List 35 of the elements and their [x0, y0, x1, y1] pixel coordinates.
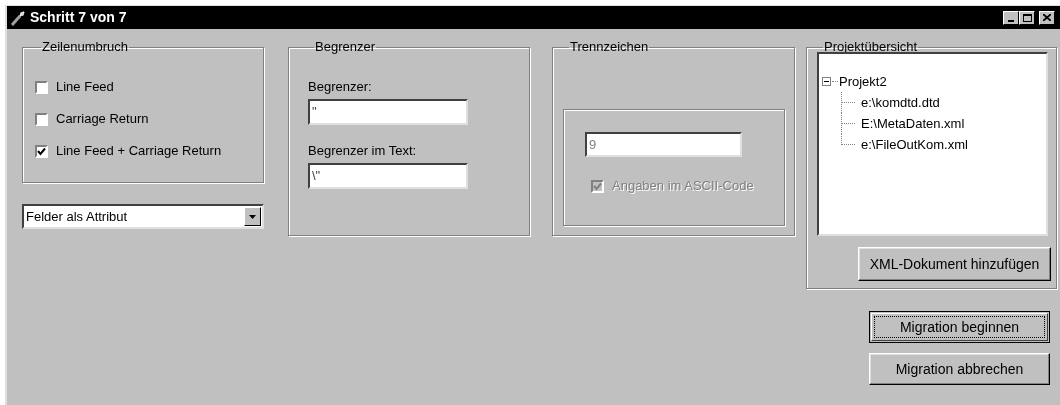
tree-item[interactable]: Projekt2	[839, 71, 887, 92]
maximize-icon	[1022, 13, 1032, 22]
checkbox-label[interactable]: Line Feed	[56, 77, 114, 97]
window-title: Schritt 7 von 7	[30, 8, 127, 27]
text-field[interactable]: "	[308, 99, 468, 125]
dropdown-arrow-button[interactable]	[244, 207, 261, 226]
minimize-button[interactable]	[1003, 10, 1019, 25]
close-icon	[1043, 14, 1051, 21]
minimize-icon	[1008, 19, 1014, 22]
add-document-button[interactable]: XML-Dokument hinzufügen	[858, 247, 1051, 281]
field-label: Begrenzer:	[308, 79, 373, 95]
migration-button[interactable]: Migration beginnen	[869, 311, 1050, 343]
field-mode-dropdown[interactable]: Felder als Attribut	[22, 204, 264, 229]
minus-icon	[824, 81, 829, 82]
group-title: Trennzeichen	[569, 39, 650, 55]
checkbox[interactable]	[35, 144, 48, 158]
checkbox[interactable]	[35, 80, 48, 94]
group-title: Begrenzer	[314, 39, 376, 55]
close-button[interactable]	[1039, 10, 1055, 25]
wand-icon	[10, 9, 26, 26]
maximize-button[interactable]	[1019, 10, 1035, 25]
migration-button[interactable]: Migration abbrechen	[869, 353, 1050, 385]
checkbox[interactable]	[35, 112, 48, 126]
caret-icon	[249, 214, 256, 219]
dropdown-value: Felder als Attribut	[25, 207, 129, 226]
group-title: Zeilenumbruch	[41, 39, 129, 55]
tree-item[interactable]: e:\FileOutKom.xml	[861, 134, 968, 155]
tree-item[interactable]: E:\MetaDaten.xml	[861, 113, 965, 134]
collapse-toggle[interactable]	[822, 77, 831, 86]
tree-item[interactable]: e:\komdtd.dtd	[861, 92, 940, 113]
checkbox-label[interactable]: Carriage Return	[56, 109, 149, 129]
group-title: Projektübersicht	[823, 39, 919, 55]
checkbox-label[interactable]: Line Feed + Carriage Return	[56, 141, 222, 161]
text-field[interactable]: \"	[308, 163, 468, 189]
field-label: Begrenzer im Text:	[308, 143, 418, 159]
